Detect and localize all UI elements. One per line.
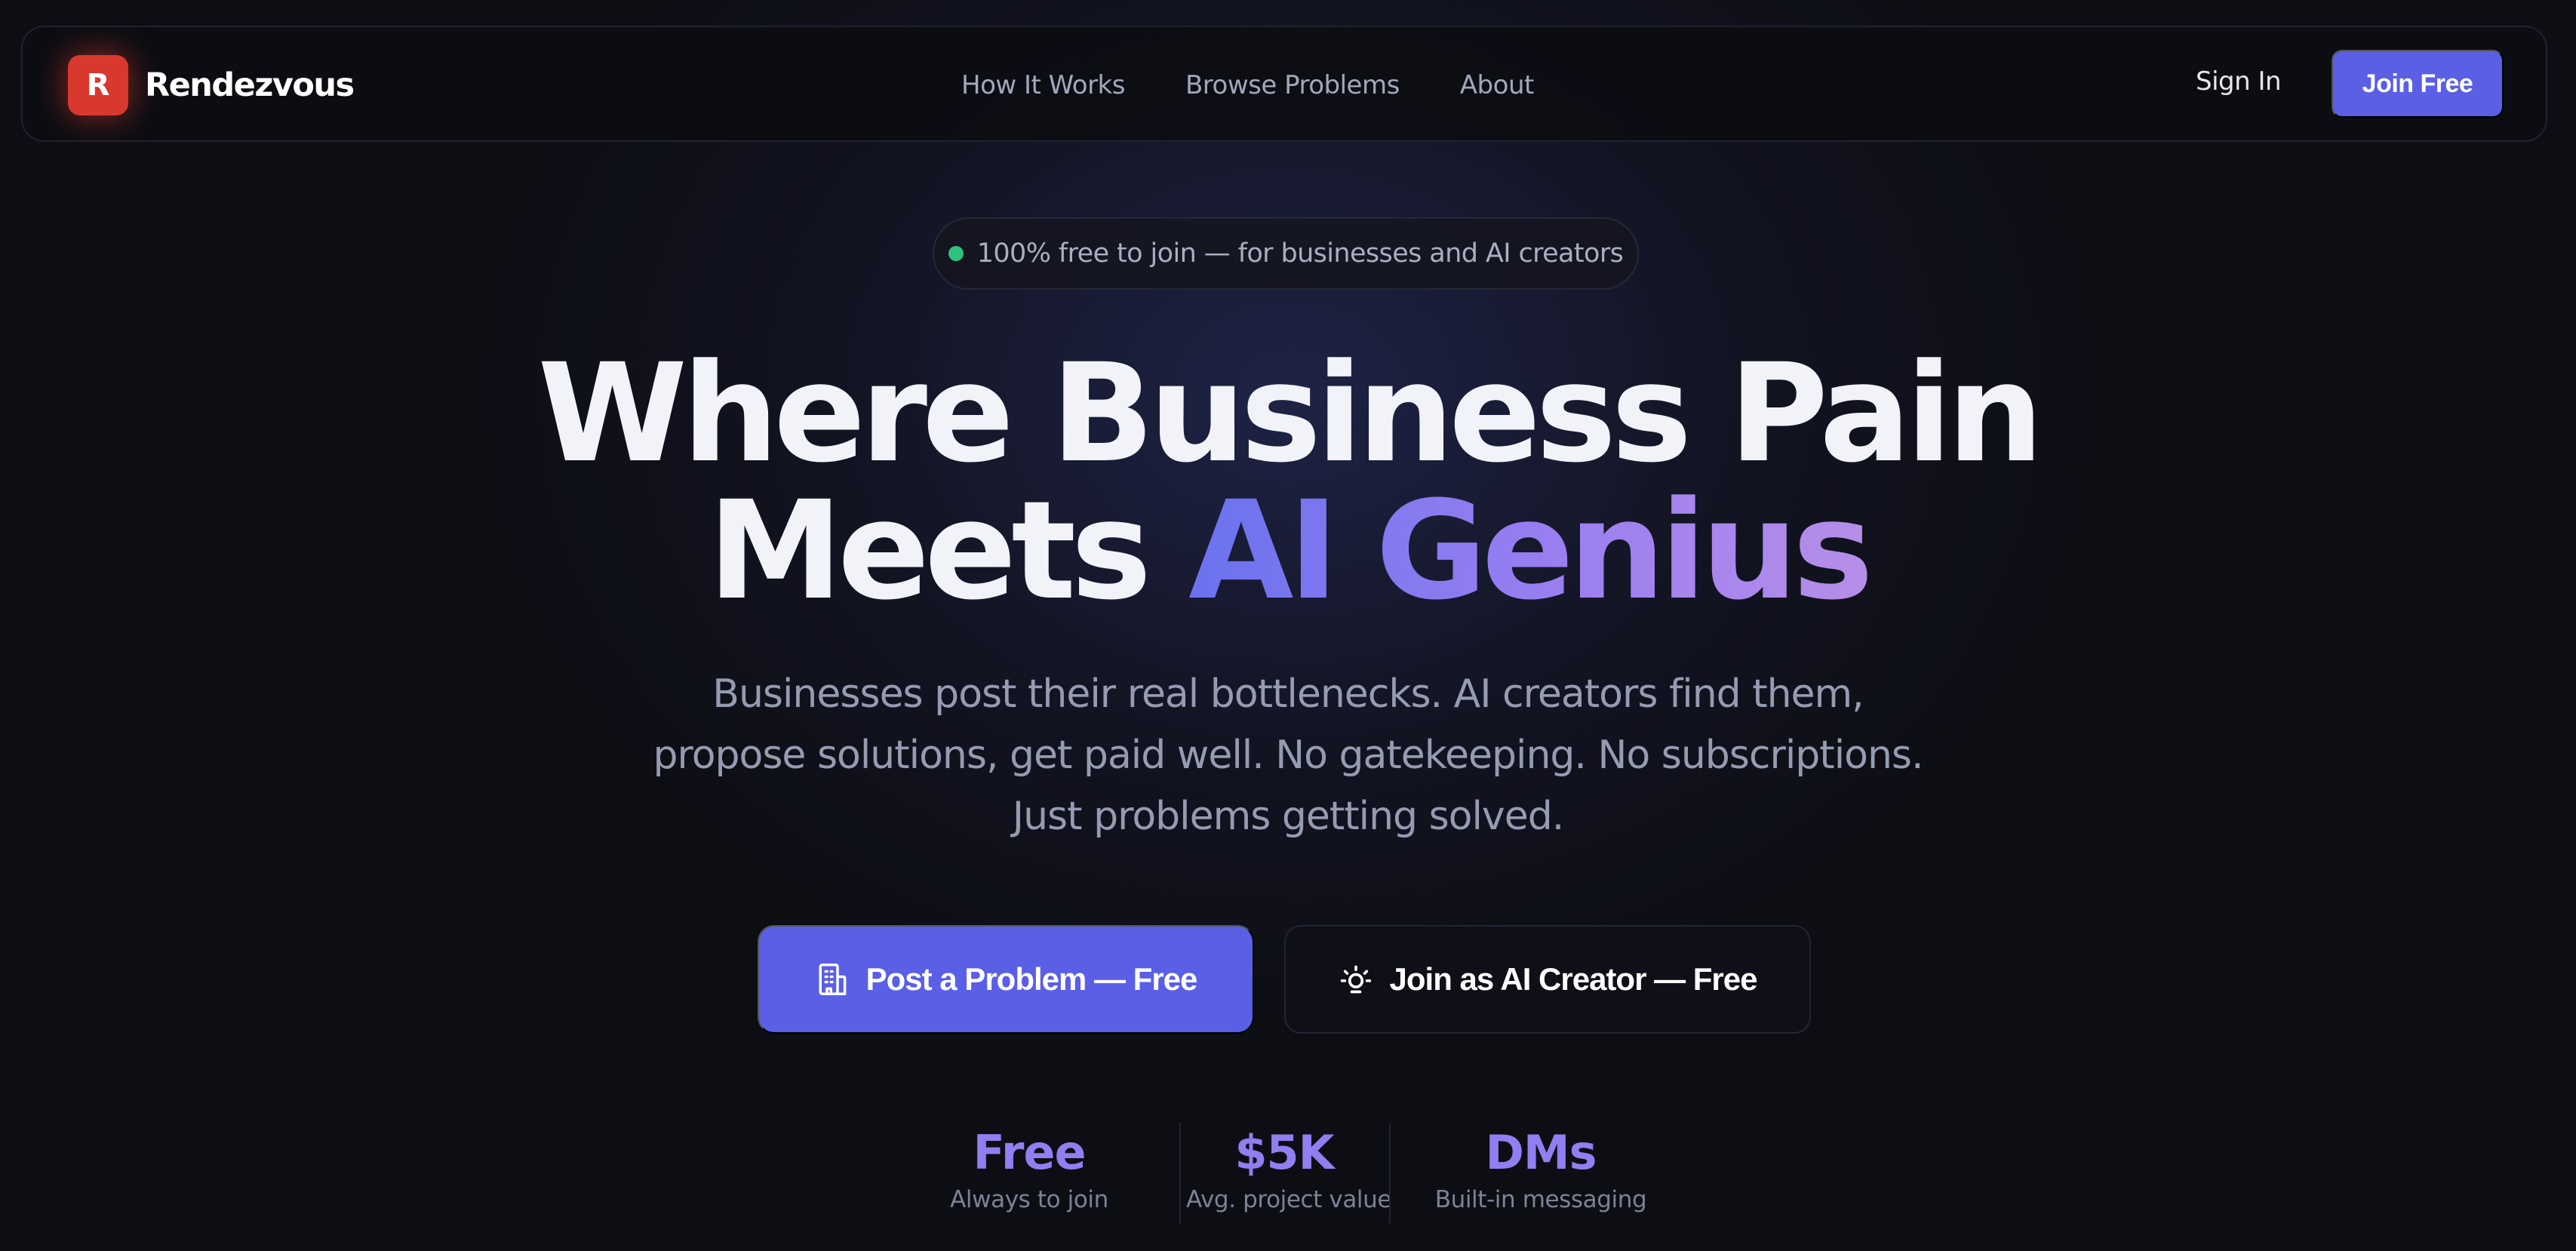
brand-name: Rendezvous — [145, 66, 355, 104]
stat-value: DMs — [1485, 1125, 1597, 1180]
brand-home-link[interactable]: R Rendezvous — [68, 55, 355, 115]
join-creator-label: Join as AI Creator — Free — [1389, 961, 1758, 997]
stat-free: Free Always to join — [939, 1123, 1120, 1213]
nav-link-about[interactable]: About — [1460, 70, 1535, 100]
badge-text: 100% free to join — for businesses and A… — [976, 238, 1624, 269]
stat-label: Avg. project value — [1186, 1186, 1392, 1213]
hero-title-accent: AI Genius — [1188, 472, 1874, 630]
sign-in-link[interactable]: Sign In — [2196, 66, 2282, 97]
hero-title-line1: Where Business Pain — [537, 335, 2043, 493]
logo-icon: R — [68, 55, 128, 115]
landing-page: R Rendezvous How It Works Browse Problem… — [0, 0, 2576, 1251]
free-badge: 100% free to join — for businesses and A… — [933, 217, 1639, 290]
stat-divider — [1389, 1123, 1391, 1224]
stat-value: $5K — [1234, 1125, 1334, 1180]
lightbulb-icon — [1339, 962, 1373, 997]
hero-subtitle: Businesses post their real bottlenecks. … — [653, 672, 1923, 839]
nav-links: How It Works Browse Problems About — [961, 66, 1534, 104]
stat-avg-project: $5K Avg. project value — [1186, 1123, 1392, 1213]
nav-link-how-it-works[interactable]: How It Works — [961, 70, 1125, 100]
join-free-button[interactable]: Join Free — [2332, 50, 2504, 118]
join-creator-button[interactable]: Join as AI Creator — Free — [1284, 925, 1811, 1034]
hero-title-line2: Meets AI Genius — [0, 483, 2576, 620]
status-dot-icon — [948, 246, 964, 261]
stat-value: Free — [973, 1125, 1086, 1180]
building-icon — [815, 962, 850, 997]
top-navbar: R Rendezvous How It Works Browse Problem… — [21, 26, 2547, 142]
post-problem-label: Post a Problem — Free — [865, 961, 1198, 997]
hero-title: Where Business Pain Meets AI Genius — [0, 346, 2576, 620]
stat-label: Built-in messaging — [1434, 1186, 1647, 1213]
stat-label: Always to join — [950, 1186, 1108, 1213]
stat-messaging: DMs Built-in messaging — [1428, 1123, 1654, 1213]
nav-link-browse-problems[interactable]: Browse Problems — [1185, 70, 1400, 100]
post-problem-button[interactable]: Post a Problem — Free — [758, 925, 1254, 1034]
hero-title-plain: Meets — [707, 472, 1151, 630]
stat-divider — [1179, 1123, 1181, 1224]
